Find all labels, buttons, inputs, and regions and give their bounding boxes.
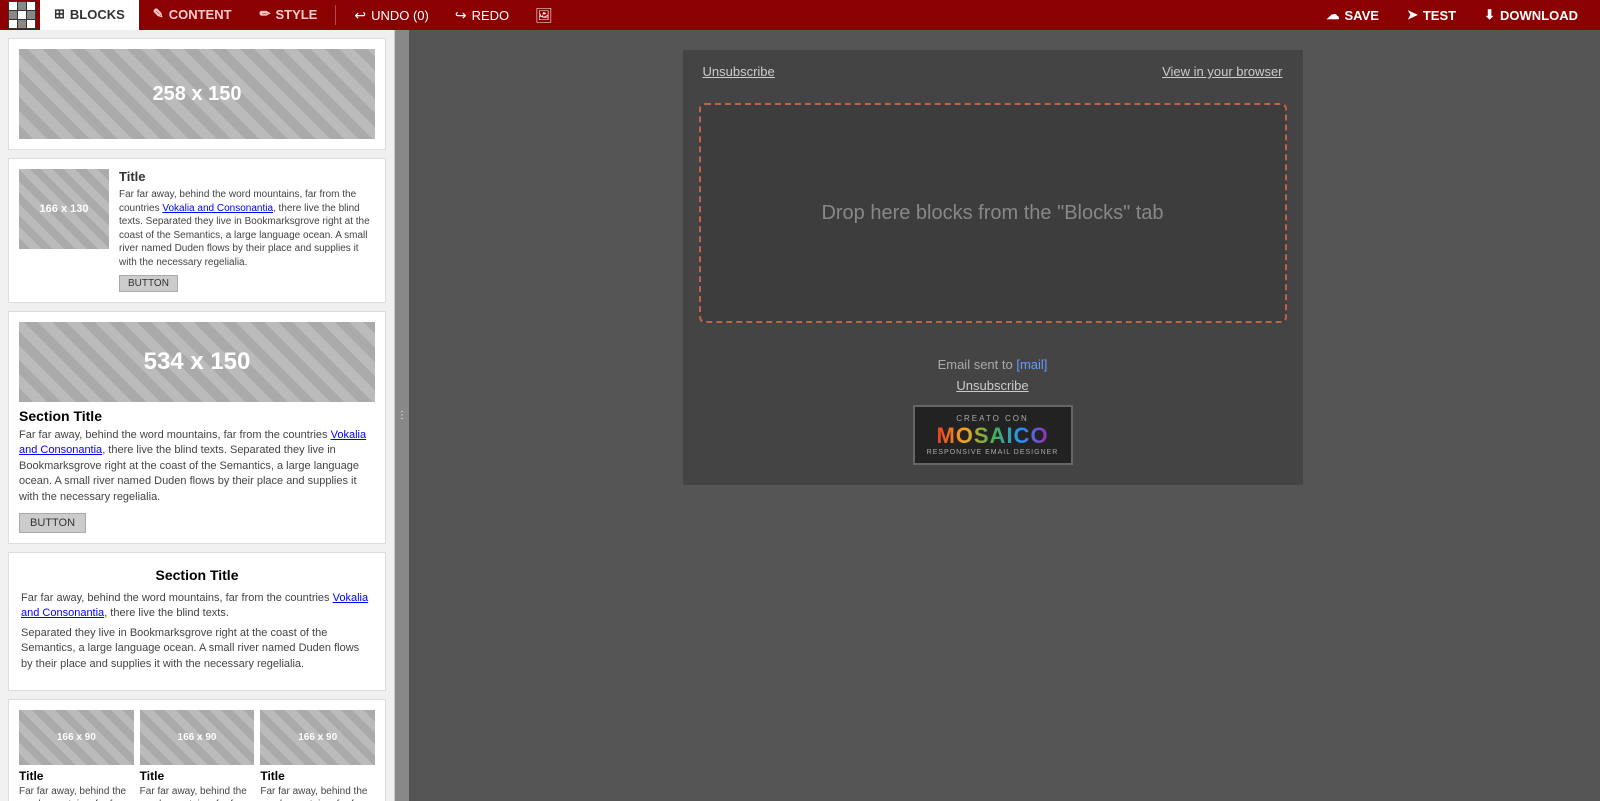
undo-icon: ↩ [354, 7, 366, 24]
drop-zone[interactable]: Drop here blocks from the "Blocks" tab [699, 103, 1287, 323]
block5-col-2: 166 x 90 Title Far far away, behind the … [140, 710, 255, 801]
mosaico-name-text: MOSAICO [936, 423, 1048, 449]
footer-email-text: Email sent to [mail] [703, 357, 1283, 372]
app-logo [8, 1, 36, 29]
list-item[interactable]: 166 x 90 Title Far far away, behind the … [8, 699, 386, 801]
footer-email-link[interactable]: [mail] [1016, 357, 1047, 372]
image-icon: 🖼 [535, 7, 553, 24]
email-footer: Email sent to [mail] Unsubscribe CREATO … [683, 343, 1303, 485]
content-icon: ✎ [153, 6, 164, 22]
block5-image-3: 166 x 90 [260, 710, 375, 765]
zigzag-left-border [673, 50, 683, 485]
test-icon: ➤ [1407, 7, 1418, 23]
zigzag-right-border [1327, 50, 1337, 485]
email-header: Unsubscribe View in your browser [683, 50, 1303, 93]
list-item[interactable]: 258 x 150 [8, 38, 386, 150]
block5-title-1: Title [19, 769, 134, 783]
mosaico-sub-text: RESPONSIVE EMAIL DESIGNER [927, 449, 1059, 456]
style-icon: ✏ [260, 6, 271, 22]
download-button[interactable]: ⬇ DOWNLOAD [1470, 0, 1592, 30]
block2-text-area: Title Far far away, behind the word moun… [119, 169, 375, 292]
email-content-wrapper: Unsubscribe View in your browser Drop he… [683, 50, 1303, 485]
block4-container: Section Title Far far away, behind the w… [19, 563, 375, 680]
block2-button[interactable]: BUTTON [119, 275, 178, 292]
email-outer-wrapper: Unsubscribe View in your browser Drop he… [683, 50, 1327, 485]
block4-title: Section Title [21, 567, 373, 583]
header-unsubscribe-link[interactable]: Unsubscribe [703, 64, 775, 79]
mosaico-logo: CREATO CON MOSAICO RESPONSIVE EMAIL DESI… [913, 405, 1073, 465]
block2-body: Far far away, behind the word mountains,… [119, 188, 375, 269]
block3-title: Section Title [19, 408, 375, 424]
block3-button[interactable]: BUTTON [19, 513, 86, 533]
email-canvas: Unsubscribe View in your browser Drop he… [409, 30, 1600, 801]
block5-col-3: 166 x 90 Title Far far away, behind the … [260, 710, 375, 801]
block2-container: 166 x 130 Title Far far away, behind the… [19, 169, 375, 292]
save-button[interactable]: ☁ SAVE [1313, 0, 1393, 30]
blocks-icon: ⊞ [54, 6, 65, 22]
block5-image-1: 166 x 90 [19, 710, 134, 765]
block5-col-1: 166 x 90 Title Far far away, behind the … [19, 710, 134, 801]
redo-icon: ↪ [455, 7, 467, 24]
download-icon: ⬇ [1484, 7, 1495, 23]
resize-handle[interactable]: ⋮ [395, 30, 409, 801]
block5-title-3: Title [260, 769, 375, 783]
list-item[interactable]: 166 x 130 Title Far far away, behind the… [8, 158, 386, 303]
tab-blocks[interactable]: ⊞ BLOCKS [40, 0, 139, 30]
block1-image: 258 x 150 [19, 49, 375, 139]
blocks-panel: 258 x 150 166 x 130 Title Far far away, … [0, 30, 395, 801]
nav-separator [335, 5, 336, 25]
list-item[interactable]: 534 x 150 Section Title Far far away, be… [8, 311, 386, 544]
header-view-browser-link[interactable]: View in your browser [1162, 64, 1282, 79]
footer-unsubscribe-link[interactable]: Unsubscribe [703, 378, 1283, 393]
block3-body: Far far away, behind the word mountains,… [19, 428, 375, 505]
block2-title: Title [119, 169, 375, 184]
block3-image: 534 x 150 [19, 322, 375, 402]
block5-body-2: Far far away, behind the word mountains,… [140, 785, 255, 801]
tab-style[interactable]: ✏ STYLE [246, 0, 332, 30]
image-button[interactable]: 🖼 [523, 0, 565, 30]
redo-button[interactable]: ↪ REDO [443, 0, 521, 30]
list-item[interactable]: Section Title Far far away, behind the w… [8, 552, 386, 691]
main-layout: 258 x 150 166 x 130 Title Far far away, … [0, 30, 1600, 801]
tab-content[interactable]: ✎ CONTENT [139, 0, 246, 30]
block5-image-2: 166 x 90 [140, 710, 255, 765]
block4-body: Far far away, behind the word mountains,… [21, 591, 373, 672]
block2-image: 166 x 130 [19, 169, 109, 249]
block5-body-3: Far far away, behind the word mountains,… [260, 785, 375, 801]
undo-button[interactable]: ↩ UNDO (0) [342, 0, 441, 30]
mosaico-creato-text: CREATO CON [956, 414, 1029, 423]
nav-right-actions: ☁ SAVE ➤ TEST ⬇ DOWNLOAD [1313, 0, 1592, 30]
save-icon: ☁ [1327, 7, 1340, 23]
test-button[interactable]: ➤ TEST [1393, 0, 1470, 30]
block5-title-2: Title [140, 769, 255, 783]
block5-body-1: Far far away, behind the word mountains,… [19, 785, 134, 801]
block5-container: 166 x 90 Title Far far away, behind the … [19, 710, 375, 801]
top-navigation: ⊞ BLOCKS ✎ CONTENT ✏ STYLE ↩ UNDO (0) ↪ … [0, 0, 1600, 30]
